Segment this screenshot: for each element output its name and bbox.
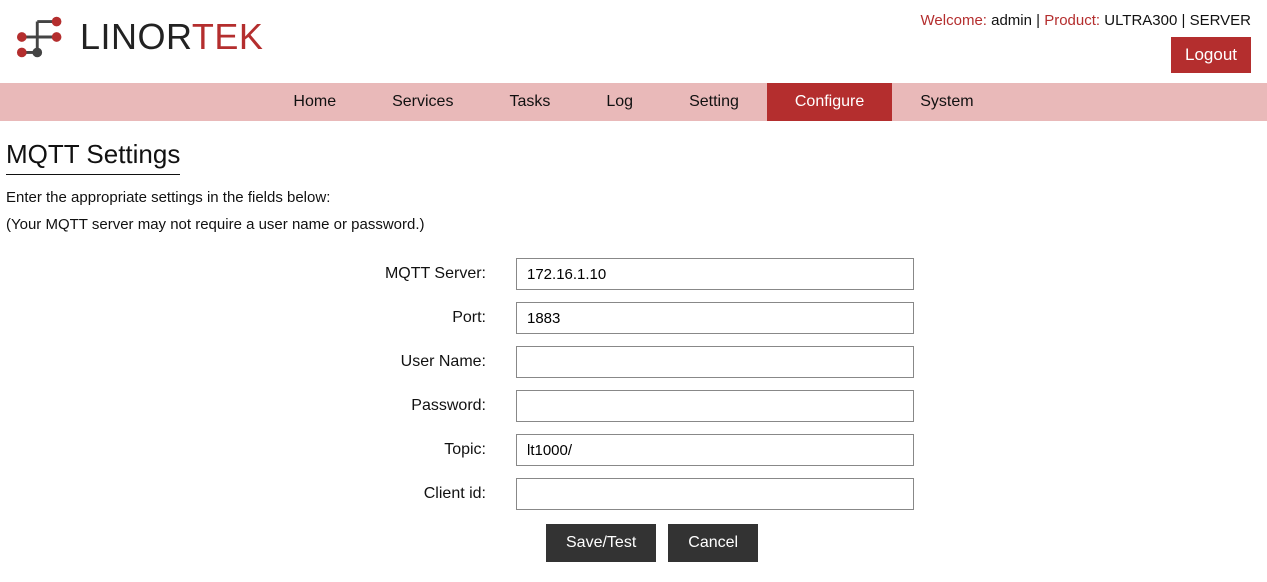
- nav-home[interactable]: Home: [265, 83, 364, 121]
- nav-system[interactable]: System: [892, 83, 1001, 121]
- intro-line-1: Enter the appropriate settings in the fi…: [6, 187, 1259, 210]
- intro-line-2: (Your MQTT server may not require a user…: [6, 214, 1259, 237]
- save-test-button[interactable]: Save/Test: [546, 524, 656, 562]
- row-clientid: Client id:: [6, 478, 1259, 510]
- logo-text: LINORTEK: [80, 16, 263, 58]
- main-nav: Home Services Tasks Log Setting Configur…: [0, 83, 1267, 121]
- logo: LINORTEK: [16, 8, 263, 66]
- input-password[interactable]: [516, 390, 914, 422]
- nav-setting[interactable]: Setting: [661, 83, 767, 121]
- label-server: MQTT Server:: [6, 265, 516, 283]
- page-title: MQTT Settings: [6, 139, 180, 175]
- logout-button[interactable]: Logout: [1171, 37, 1251, 73]
- header-right: Welcome: admin | Product: ULTRA300 | SER…: [921, 8, 1251, 73]
- row-topic: Topic:: [6, 434, 1259, 466]
- label-password: Password:: [6, 397, 516, 415]
- row-password: Password:: [6, 390, 1259, 422]
- input-server[interactable]: [516, 258, 914, 290]
- logo-icon: [16, 8, 74, 66]
- label-port: Port:: [6, 309, 516, 327]
- row-server: MQTT Server:: [6, 258, 1259, 290]
- input-username[interactable]: [516, 346, 914, 378]
- product-name: ULTRA300: [1104, 12, 1177, 29]
- nav-configure[interactable]: Configure: [767, 83, 892, 121]
- button-row: Save/Test Cancel: [546, 524, 1259, 562]
- label-username: User Name:: [6, 353, 516, 371]
- header-user-product: Welcome: admin | Product: ULTRA300 | SER…: [921, 12, 1251, 29]
- row-username: User Name:: [6, 346, 1259, 378]
- header: LINORTEK Welcome: admin | Product: ULTRA…: [0, 0, 1267, 73]
- product-label: Product:: [1044, 12, 1104, 29]
- input-clientid[interactable]: [516, 478, 914, 510]
- nav-services[interactable]: Services: [364, 83, 481, 121]
- mqtt-form: MQTT Server: Port: User Name: Password: …: [6, 258, 1259, 562]
- nav-log[interactable]: Log: [578, 83, 661, 121]
- content: MQTT Settings Enter the appropriate sett…: [0, 121, 1267, 582]
- label-topic: Topic:: [6, 441, 516, 459]
- row-port: Port:: [6, 302, 1259, 334]
- input-topic[interactable]: [516, 434, 914, 466]
- mode: SERVER: [1190, 12, 1251, 29]
- nav-tasks[interactable]: Tasks: [481, 83, 578, 121]
- input-port[interactable]: [516, 302, 914, 334]
- cancel-button[interactable]: Cancel: [668, 524, 758, 562]
- welcome-label: Welcome:: [921, 12, 992, 29]
- user-name: admin: [991, 12, 1032, 29]
- label-clientid: Client id:: [6, 485, 516, 503]
